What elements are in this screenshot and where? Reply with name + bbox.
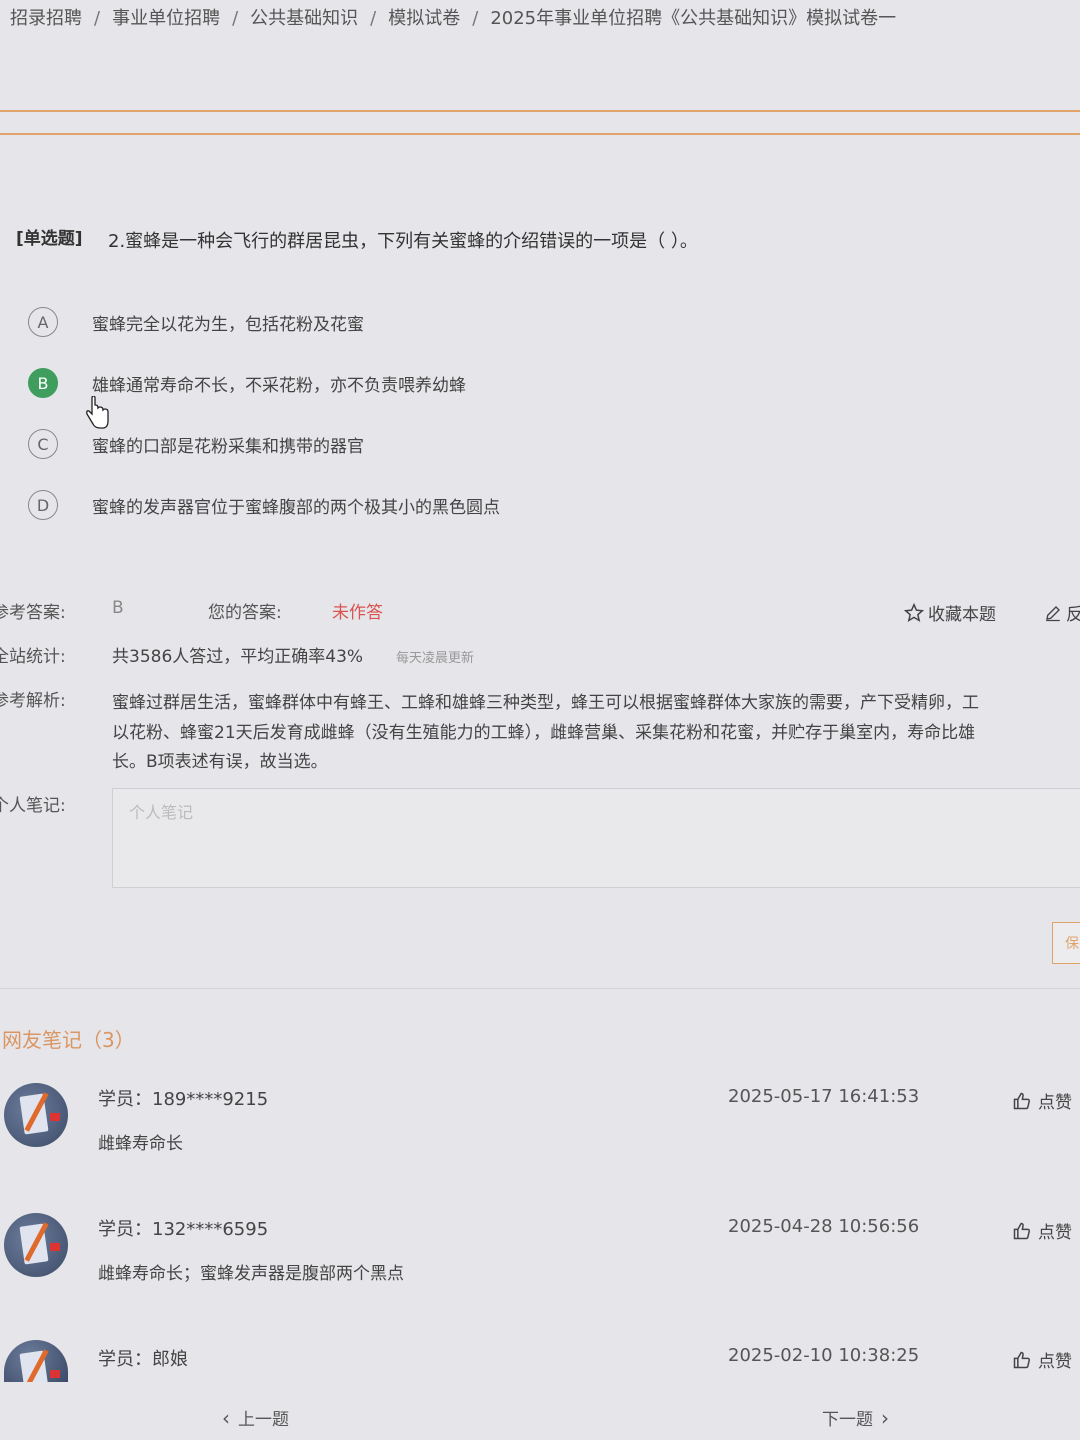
favorite-label: 收藏本题	[928, 605, 996, 625]
option-letter: A	[28, 307, 58, 337]
like-button[interactable]: 点赞	[1012, 1347, 1072, 1372]
divider	[0, 988, 1080, 989]
breadcrumb-item[interactable]: 公共基础知识	[250, 4, 358, 30]
ref-answer-label: 参考答案:	[0, 603, 66, 623]
analysis-label: 参考解析:	[0, 691, 66, 711]
next-question-button[interactable]: 下一题 ›	[822, 1405, 889, 1431]
stats-text: 共3586人答过，平均正确率43%	[112, 647, 364, 667]
comment-user: 学员：132****6595	[98, 1219, 269, 1240]
option-letter: D	[28, 490, 58, 520]
option-text: 蜜蜂的口部是花粉采集和携带的器官	[92, 436, 364, 457]
option-letter: B	[28, 368, 58, 398]
like-label: 点赞	[1038, 1223, 1072, 1243]
like-button[interactable]: 点赞	[1012, 1218, 1072, 1243]
hand-cursor-icon	[86, 396, 109, 429]
note-placeholder: 个人笔记	[129, 803, 194, 822]
comment-time: 2025-05-17 16:41:53	[728, 1086, 920, 1107]
thumbs-up-icon	[1013, 1222, 1030, 1239]
comments-title: 网友笔记（3）	[2, 1028, 135, 1052]
thumbs-up-icon	[1013, 1351, 1030, 1368]
comment-text: 雌蜂寿命长	[98, 1134, 183, 1154]
ref-answer-value: B	[112, 598, 124, 618]
your-answer-label: 您的答案:	[208, 603, 282, 623]
analysis-line: 长。B项表述有误，故当选。	[112, 752, 328, 772]
option-text: 雄蜂通常寿命不长，不采花粉，亦不负责喂养幼蜂	[92, 375, 466, 396]
note-label: 个人笔记:	[0, 796, 66, 816]
option-b[interactable]: B 雄蜂通常寿命不长，不采花粉，亦不负责喂养幼蜂	[28, 366, 466, 400]
thumbs-up-icon	[1013, 1092, 1030, 1109]
favorite-button[interactable]: 收藏本题	[904, 600, 996, 625]
avatar	[4, 1340, 68, 1382]
question-type: [单选题]	[16, 229, 83, 249]
option-d[interactable]: D 蜜蜂的发声器官位于蜜蜂腹部的两个极其小的黑色圆点	[28, 488, 500, 522]
comment-time: 2025-02-10 10:38:25	[728, 1345, 920, 1366]
divider	[0, 133, 1080, 135]
like-button[interactable]: 点赞	[1012, 1088, 1072, 1113]
prev-label: 上一题	[238, 1410, 289, 1430]
stats-label: 全站统计:	[0, 647, 66, 667]
next-label: 下一题	[822, 1410, 873, 1430]
chevron-right-icon: ›	[881, 1405, 889, 1430]
edit-icon	[1046, 605, 1060, 621]
analysis-line: 以花粉、蜂蜜21天后发育成雌蜂（没有生殖能力的工蜂），雌蜂营巢、采集花粉和花蜜，…	[112, 723, 976, 743]
feedback-label: 反	[1066, 605, 1080, 625]
avatar	[4, 1213, 68, 1277]
divider	[0, 110, 1080, 112]
question-text: 2.蜜蜂是一种会飞行的群居昆虫，下列有关蜜蜂的介绍错误的一项是（ ）。	[108, 231, 698, 252]
save-note-button[interactable]: 保	[1052, 922, 1080, 964]
breadcrumb: 招录招聘 / 事业单位招聘 / 公共基础知识 / 模拟试卷/2025年事业单位招聘《公共基础…	[10, 4, 896, 30]
your-answer-value: 未作答	[332, 603, 383, 623]
chevron-left-icon: ‹	[222, 1405, 230, 1430]
like-label: 点赞	[1038, 1352, 1072, 1372]
breadcrumb-item[interactable]: 事业单位招聘	[112, 4, 220, 30]
comment-text: 雌蜂寿命长；蜜蜂发声器是腹部两个黑点	[98, 1264, 404, 1284]
option-text: 蜜蜂完全以花为生，包括花粉及花蜜	[92, 314, 364, 335]
option-letter: C	[28, 429, 58, 459]
stats-note: 每天凌晨更新	[396, 651, 475, 666]
option-a[interactable]: A 蜜蜂完全以花为生，包括花粉及花蜜	[28, 305, 364, 339]
like-label: 点赞	[1038, 1093, 1072, 1113]
analysis-line: 蜜蜂过群居生活，蜜蜂群体中有蜂王、工蜂和雄蜂三种类型，蜂王可以根据蜜蜂群体大家族…	[112, 693, 979, 713]
option-text: 蜜蜂的发声器官位于蜜蜂腹部的两个极其小的黑色圆点	[92, 497, 500, 518]
breadcrumb-item[interactable]: 招录招聘	[10, 4, 82, 30]
feedback-button[interactable]: 反	[1044, 600, 1080, 625]
comment-time: 2025-04-28 10:56:56	[728, 1216, 920, 1237]
note-input[interactable]: 个人笔记	[112, 788, 1080, 888]
star-icon	[904, 602, 924, 622]
breadcrumb-item[interactable]: 2025年事业单位招聘《公共基础知识》模拟试卷一	[490, 4, 896, 30]
comment-user: 学员：郎娘	[98, 1349, 188, 1370]
breadcrumb-item[interactable]: 模拟试卷	[388, 4, 460, 30]
comment-user: 学员：189****9215	[98, 1089, 269, 1110]
prev-question-button[interactable]: ‹ 上一题	[222, 1405, 289, 1431]
option-c[interactable]: C 蜜蜂的口部是花粉采集和携带的器官	[28, 427, 364, 461]
avatar	[4, 1083, 68, 1147]
